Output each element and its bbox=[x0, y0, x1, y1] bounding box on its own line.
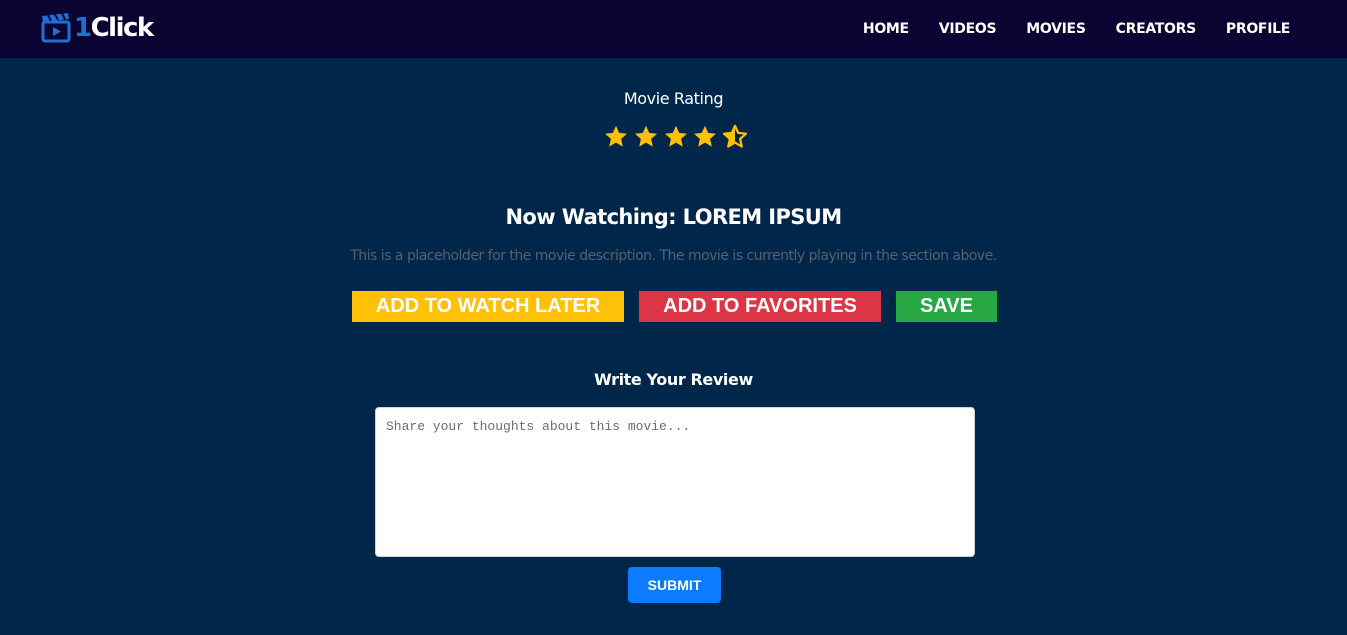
add-to-favorites-button[interactable]: ADD TO FAVORITES bbox=[639, 291, 881, 322]
star-full-icon bbox=[694, 125, 717, 147]
star-half-icon bbox=[722, 124, 748, 148]
movie-description: This is a placeholder for the movie desc… bbox=[350, 248, 997, 264]
clapperboard-icon bbox=[41, 13, 71, 43]
nav-home[interactable]: HOME bbox=[863, 21, 909, 37]
star-full-icon bbox=[664, 125, 687, 147]
main-nav: HOME VIDEOS MOVIES CREATORS PROFILE bbox=[833, 0, 1290, 58]
nav-movies[interactable]: MOVIES bbox=[1026, 21, 1086, 37]
navbar: 1Click HOME VIDEOS MOVIES CREATORS PROFI… bbox=[0, 0, 1347, 58]
star-rating bbox=[603, 124, 748, 150]
review-title: Write Your Review bbox=[594, 370, 753, 389]
star-full-icon bbox=[634, 125, 657, 147]
submit-review-button[interactable]: SUBMIT bbox=[628, 567, 721, 603]
nav-profile[interactable]: PROFILE bbox=[1226, 21, 1290, 37]
review-textarea[interactable] bbox=[375, 407, 975, 557]
nav-creators[interactable]: CREATORS bbox=[1116, 21, 1197, 37]
star-full-icon bbox=[605, 125, 627, 147]
brand-name: 1Click bbox=[74, 13, 154, 43]
save-button[interactable]: SAVE bbox=[896, 291, 997, 322]
nav-videos[interactable]: VIDEOS bbox=[939, 21, 997, 37]
now-watching-title: Now Watching: LOREM IPSUM bbox=[505, 205, 842, 229]
rating-label: Movie Rating bbox=[623, 89, 724, 108]
brand-logo[interactable]: 1Click bbox=[40, 11, 154, 45]
add-to-watch-later-button[interactable]: ADD TO WATCH LATER bbox=[352, 291, 624, 322]
